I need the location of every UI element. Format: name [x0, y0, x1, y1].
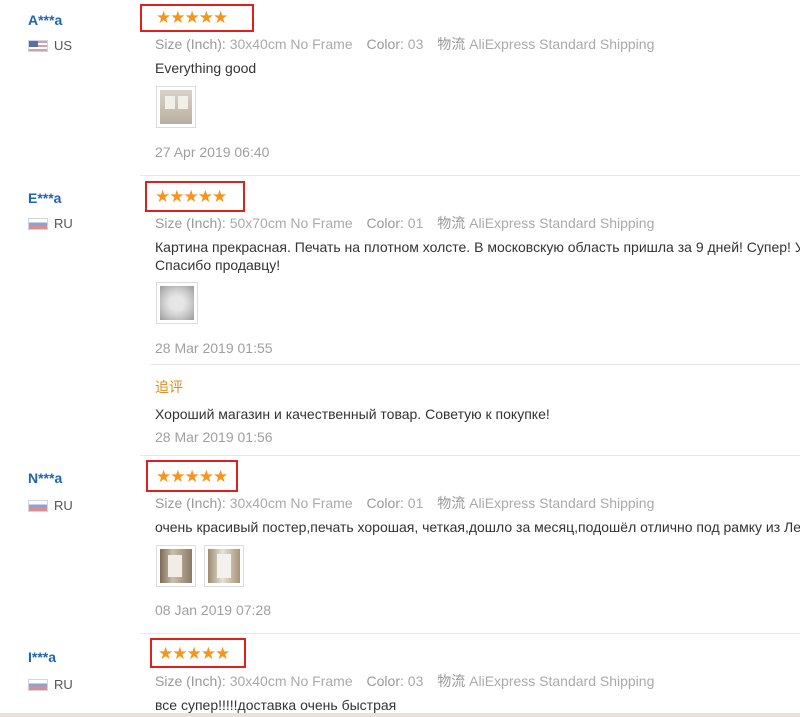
star-rating-icon: ★★★★★	[155, 187, 227, 206]
shipping-value: AliExpress Standard Shipping	[469, 673, 655, 689]
us-flag-icon	[28, 39, 48, 52]
ru-flag-icon	[28, 217, 48, 230]
shipping-label: 物流	[437, 215, 466, 231]
review-photo-thumbnail[interactable]	[156, 282, 198, 324]
followup-divider	[150, 364, 800, 365]
photo-image	[160, 286, 194, 320]
review-divider	[140, 455, 800, 456]
order-info: Size (Inch): 30x40cm No Frame Color: 01 …	[155, 493, 664, 513]
size-label: Size (Inch):	[155, 673, 226, 689]
followup-text: Хороший магазин и качественный товар. Со…	[155, 406, 550, 422]
reviewer-country: US	[28, 38, 72, 53]
reviewer-country: RU	[28, 677, 73, 692]
color-value: 03	[407, 36, 424, 52]
size-value: 30x40cm No Frame	[229, 673, 353, 689]
size-label: Size (Inch):	[155, 36, 226, 52]
review-date: 27 Apr 2019 06:40	[155, 144, 270, 160]
shipping-value: AliExpress Standard Shipping	[469, 36, 655, 52]
country-code: US	[54, 38, 73, 53]
review-photo-thumbnail[interactable]	[156, 545, 196, 587]
color-label: Color:	[366, 495, 404, 511]
photo-image	[208, 549, 240, 583]
color-label: Color:	[366, 36, 404, 52]
color-value: 03	[407, 673, 424, 689]
photo-image	[160, 549, 192, 583]
shipping-value: AliExpress Standard Shipping	[469, 495, 655, 511]
bottom-edge-bar	[0, 713, 800, 717]
ru-flag-icon	[28, 678, 48, 691]
review-divider	[140, 175, 800, 176]
star-rating-icon: ★★★★★	[156, 8, 228, 27]
color-label: Color:	[366, 673, 404, 689]
reviewer-name[interactable]: N***a	[28, 470, 62, 486]
review-text: очень красивый постер,печать хорошая, че…	[155, 519, 800, 535]
rating-highlight-box: ★★★★★	[140, 4, 254, 32]
review-photo-thumbnail[interactable]	[156, 86, 196, 128]
color-value: 01	[407, 495, 424, 511]
color-value: 01	[407, 215, 424, 231]
review-divider	[140, 633, 800, 634]
size-value: 30x40cm No Frame	[229, 495, 353, 511]
rating-highlight-box: ★★★★★	[145, 181, 245, 212]
size-label: Size (Inch):	[155, 495, 226, 511]
shipping-label: 物流	[437, 36, 466, 52]
size-value: 30x40cm No Frame	[229, 36, 353, 52]
rating-highlight-box: ★★★★★	[146, 460, 238, 492]
review-date: 28 Mar 2019 01:55	[155, 340, 273, 356]
star-rating-icon: ★★★★★	[156, 467, 228, 486]
followup-label: 追评	[155, 379, 183, 395]
order-info: Size (Inch): 30x40cm No Frame Color: 03 …	[155, 671, 664, 691]
review-text-line2: Спасибо продавцу!	[155, 257, 281, 273]
order-info: Size (Inch): 50x70cm No Frame Color: 01 …	[155, 213, 664, 233]
size-value: 50x70cm No Frame	[229, 215, 353, 231]
star-rating-icon: ★★★★★	[158, 644, 230, 663]
review-photo-thumbnail[interactable]	[204, 545, 244, 587]
shipping-label: 物流	[437, 673, 466, 689]
size-label: Size (Inch):	[155, 215, 226, 231]
reviewer-name[interactable]: I***a	[28, 649, 56, 665]
review-text: Everything good	[155, 60, 257, 76]
rating-highlight-box: ★★★★★	[150, 638, 246, 668]
color-label: Color:	[366, 215, 404, 231]
reviewer-country: RU	[28, 216, 73, 231]
followup-date: 28 Mar 2019 01:56	[155, 429, 273, 445]
photo-image	[160, 90, 192, 124]
country-code: RU	[54, 216, 73, 231]
order-info: Size (Inch): 30x40cm No Frame Color: 03 …	[155, 34, 664, 54]
country-code: RU	[54, 677, 73, 692]
country-code: RU	[54, 498, 73, 513]
shipping-label: 物流	[437, 495, 466, 511]
shipping-value: AliExpress Standard Shipping	[469, 215, 655, 231]
reviewer-name[interactable]: E***a	[28, 190, 61, 206]
ru-flag-icon	[28, 499, 48, 512]
review-date: 08 Jan 2019 07:28	[155, 602, 271, 618]
reviewer-name[interactable]: A***a	[28, 12, 62, 28]
reviewer-country: RU	[28, 498, 73, 513]
